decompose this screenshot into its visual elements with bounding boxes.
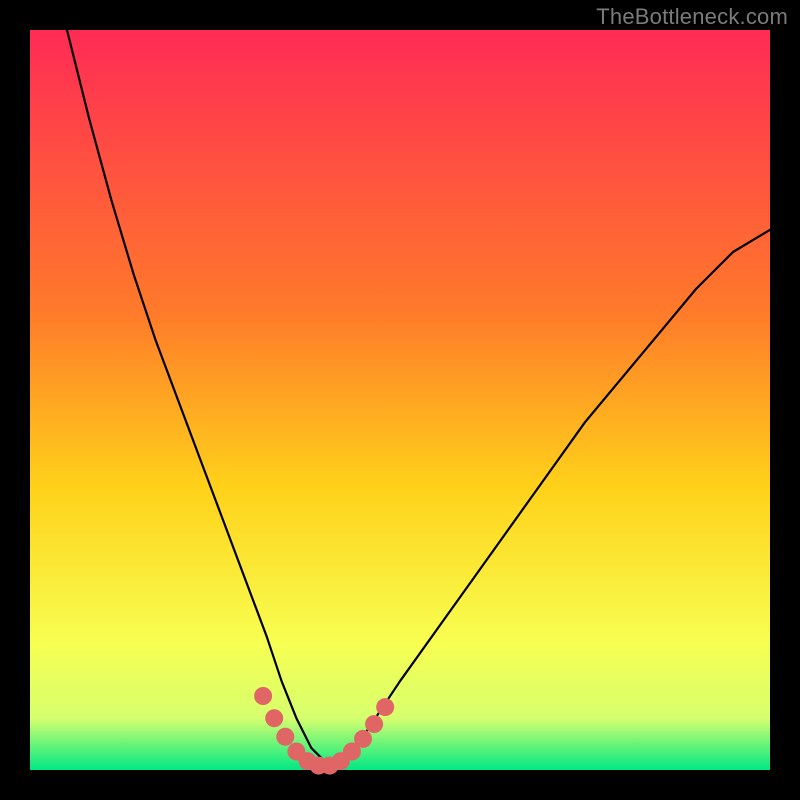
marker-dot — [354, 730, 372, 748]
marker-dot — [365, 715, 383, 733]
marker-dot — [265, 709, 283, 727]
figure-container: TheBottleneck.com — [0, 0, 800, 800]
gradient-background — [30, 30, 770, 770]
marker-dot — [276, 728, 294, 746]
marker-dot — [376, 698, 394, 716]
marker-dot — [254, 687, 272, 705]
bottleneck-chart — [0, 0, 800, 800]
